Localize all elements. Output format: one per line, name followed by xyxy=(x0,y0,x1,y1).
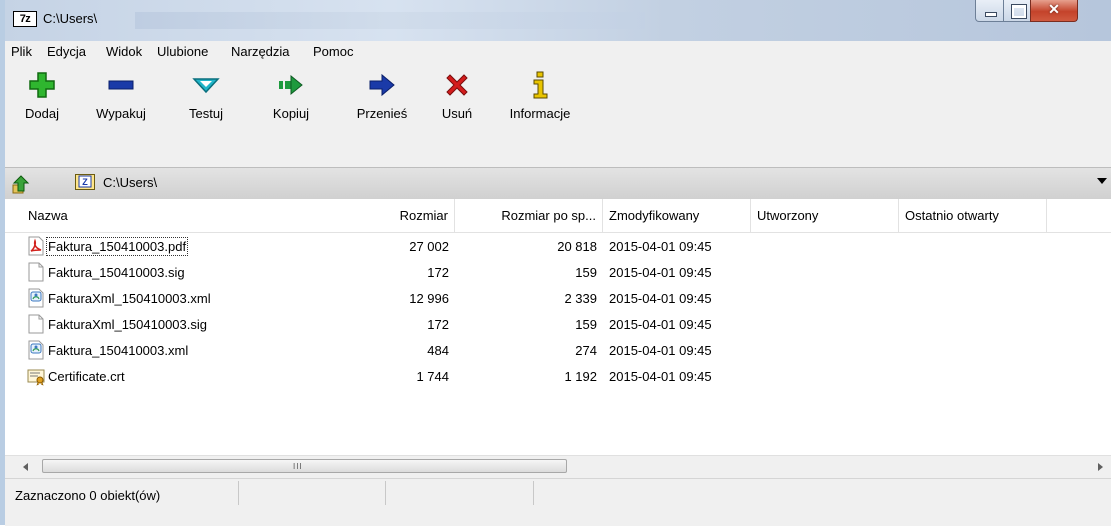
file-packed-size: 274 xyxy=(575,343,597,358)
maximize-button[interactable] xyxy=(1003,0,1031,22)
file-modified: 2015-04-01 09:45 xyxy=(609,369,712,384)
scrollbar-thumb[interactable]: III xyxy=(42,459,567,473)
title-redacted-area xyxy=(135,12,645,29)
scrollbar-grip: III xyxy=(293,462,303,471)
maximize-icon xyxy=(1011,4,1027,19)
status-separator xyxy=(385,481,386,505)
menu-widok[interactable]: Widok xyxy=(106,44,142,59)
file-packed-size: 2 339 xyxy=(564,291,597,306)
file-packed-size: 159 xyxy=(575,317,597,332)
blank-file-icon xyxy=(28,314,44,334)
info-button[interactable]: Informacje xyxy=(495,70,585,121)
column-header-size[interactable]: Rozmiar xyxy=(376,199,455,232)
move-button[interactable]: Przenieś xyxy=(342,70,422,121)
7zip-app-icon: 7z xyxy=(13,11,37,27)
column-header-accessed[interactable]: Ostatnio otwarty xyxy=(899,199,1047,232)
file-packed-size: 1 192 xyxy=(564,369,597,384)
certificate-file-icon xyxy=(27,369,45,386)
move-icon xyxy=(369,73,395,97)
table-row[interactable]: Certificate.crt 1 744 1 192 2015-04-01 0… xyxy=(5,364,1111,390)
copy-button[interactable]: Kopiuj xyxy=(251,70,331,121)
file-name: Faktura_150410003.sig xyxy=(48,265,185,280)
copy-icon xyxy=(279,74,303,96)
menu-plik[interactable]: Plik xyxy=(11,44,32,59)
file-modified: 2015-04-01 09:45 xyxy=(609,265,712,280)
extract-icon xyxy=(108,80,134,90)
menu-bar: Plik Edycja Widok Ulubione Narzędzia Pom… xyxy=(5,41,1111,65)
file-modified: 2015-04-01 09:45 xyxy=(609,343,712,358)
list-header: Nazwa Rozmiar Rozmiar po sp... Zmodyfiko… xyxy=(5,199,1111,233)
status-separator xyxy=(533,481,534,505)
file-size: 1 744 xyxy=(416,369,449,384)
pdf-file-icon xyxy=(28,236,44,256)
test-label: Testuj xyxy=(189,106,223,121)
column-header-modified[interactable]: Zmodyfikowany xyxy=(603,199,751,232)
extract-label: Wypakuj xyxy=(96,106,146,121)
horizontal-scrollbar[interactable]: III xyxy=(5,455,1111,478)
close-icon: ✕ xyxy=(1048,1,1060,17)
xml-file-icon xyxy=(28,340,44,360)
test-icon xyxy=(192,78,220,94)
menu-edycja[interactable]: Edycja xyxy=(47,44,86,59)
svg-text:Z: Z xyxy=(82,177,88,187)
minimize-icon xyxy=(985,12,997,17)
address-bar: Z C:\Users\ xyxy=(5,167,1111,200)
window-title: C:\Users\ xyxy=(43,11,98,26)
file-name: Faktura_150410003.xml xyxy=(48,343,189,358)
table-row[interactable]: FakturaXml_150410003.sig 172 159 2015-04… xyxy=(5,312,1111,338)
7zip-archive-icon: Z xyxy=(75,174,95,190)
file-packed-size: 159 xyxy=(575,265,597,280)
move-label: Przenieś xyxy=(356,106,408,121)
file-modified: 2015-04-01 09:45 xyxy=(609,239,712,254)
blank-file-icon xyxy=(28,262,44,282)
folder-up-icon[interactable] xyxy=(10,173,32,195)
info-icon xyxy=(533,71,548,99)
table-row[interactable]: Faktura_150410003.sig 172 159 2015-04-01… xyxy=(5,260,1111,286)
toolbar: Dodaj Wypakuj Testuj Kopiuj Przenieś Usu… xyxy=(5,64,1111,167)
table-row[interactable]: Faktura_150410003.xml 484 274 2015-04-01… xyxy=(5,338,1111,364)
scroll-left-arrow-icon[interactable] xyxy=(23,463,28,471)
menu-ulubione[interactable]: Ulubione xyxy=(157,44,208,59)
status-separator xyxy=(238,481,239,505)
app-window: 7z C:\Users\ ✕ Plik Edycja Widok Ulubion… xyxy=(0,0,1111,526)
file-name: FakturaXml_150410003.sig xyxy=(48,317,207,332)
copy-label: Kopiuj xyxy=(272,106,310,121)
address-path[interactable]: C:\Users\ xyxy=(103,175,157,190)
scroll-right-arrow-icon[interactable] xyxy=(1098,463,1103,471)
file-name: Certificate.crt xyxy=(48,369,125,384)
add-label: Dodaj xyxy=(25,106,59,121)
menu-pomoc[interactable]: Pomoc xyxy=(313,44,353,59)
delete-button[interactable]: Usuń xyxy=(417,70,497,121)
test-button[interactable]: Testuj xyxy=(166,70,246,121)
file-name: FakturaXml_150410003.xml xyxy=(48,291,211,306)
title-bar[interactable]: 7z C:\Users\ ✕ xyxy=(5,0,1111,41)
file-size: 27 002 xyxy=(409,239,449,254)
file-size: 172 xyxy=(427,265,449,280)
status-text: Zaznaczono 0 obiekt(ów) xyxy=(15,488,161,503)
close-button[interactable]: ✕ xyxy=(1030,0,1078,22)
extract-button[interactable]: Wypakuj xyxy=(81,70,161,121)
xml-file-icon xyxy=(28,288,44,308)
info-label: Informacje xyxy=(509,106,571,121)
file-size: 172 xyxy=(427,317,449,332)
file-modified: 2015-04-01 09:45 xyxy=(609,317,712,332)
delete-label: Usuń xyxy=(441,106,473,121)
column-header-packed-size[interactable]: Rozmiar po sp... xyxy=(455,199,603,232)
column-header-created[interactable]: Utworzony xyxy=(751,199,899,232)
table-row[interactable]: Faktura_150410003.pdf 27 002 20 818 2015… xyxy=(5,234,1111,260)
delete-icon xyxy=(446,74,468,96)
file-name: Faktura_150410003.pdf xyxy=(45,237,189,256)
file-size: 12 996 xyxy=(409,291,449,306)
file-packed-size: 20 818 xyxy=(557,239,597,254)
address-dropdown-icon[interactable] xyxy=(1097,178,1107,184)
file-size: 484 xyxy=(427,343,449,358)
table-row[interactable]: FakturaXml_150410003.xml 12 996 2 339 20… xyxy=(5,286,1111,312)
add-button[interactable]: Dodaj xyxy=(2,70,82,121)
add-icon xyxy=(29,72,55,98)
file-modified: 2015-04-01 09:45 xyxy=(609,291,712,306)
menu-narzedzia[interactable]: Narzędzia xyxy=(231,44,290,59)
status-bar: Zaznaczono 0 obiekt(ów) xyxy=(5,478,1111,526)
minimize-button[interactable] xyxy=(975,0,1004,22)
